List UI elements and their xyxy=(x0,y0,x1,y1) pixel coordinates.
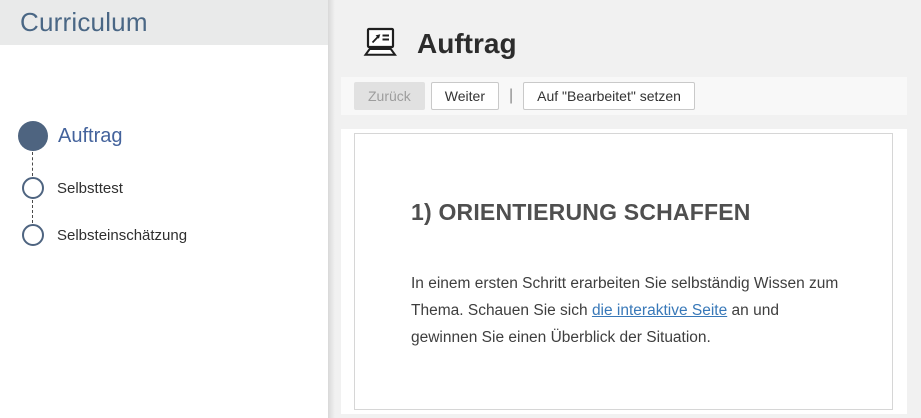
content-paragraph: In einem ersten Schritt erarbeiten Sie s… xyxy=(411,270,841,351)
toolbar-separator: | xyxy=(509,87,513,105)
toolbar: Zurück Weiter | Auf "Bearbeitet" setzen xyxy=(341,77,907,115)
step-label: Selbsttest xyxy=(57,180,123,197)
step-circle-icon xyxy=(22,224,44,246)
step-circle-icon xyxy=(22,177,44,199)
sidebar-step-auftrag[interactable]: Auftrag xyxy=(18,121,122,151)
step-circle-filled-icon xyxy=(18,121,48,151)
curriculum-sidebar: Curriculum Auftrag Selbsttest Selbsteins… xyxy=(0,0,328,418)
next-button[interactable]: Weiter xyxy=(431,82,499,110)
back-button[interactable]: Zurück xyxy=(354,82,425,110)
stepper-connector xyxy=(32,152,33,176)
sidebar-step-selbsteinschaetzung[interactable]: Selbsteinschätzung xyxy=(22,224,187,246)
main-panel: Auftrag Zurück Weiter | Auf "Bearbeitet"… xyxy=(328,0,921,418)
sidebar-step-selbsttest[interactable]: Selbsttest xyxy=(22,177,123,199)
step-label: Selbsteinschätzung xyxy=(57,227,187,244)
laptop-chart-icon xyxy=(361,26,399,60)
content-card: 1) ORIENTIERUNG SCHAFFEN In einem ersten… xyxy=(341,129,907,414)
mark-edited-button[interactable]: Auf "Bearbeitet" setzen xyxy=(523,82,695,110)
sidebar-header: Curriculum xyxy=(0,0,328,45)
interactive-page-link[interactable]: die interaktive Seite xyxy=(592,302,727,319)
curriculum-stepper: Auftrag Selbsttest Selbsteinschätzung xyxy=(0,45,328,418)
stepper-connector xyxy=(32,200,33,223)
page-header: Auftrag xyxy=(328,0,921,77)
sidebar-title: Curriculum xyxy=(20,7,148,38)
page-title: Auftrag xyxy=(417,27,517,61)
content-frame: 1) ORIENTIERUNG SCHAFFEN In einem ersten… xyxy=(354,133,893,410)
curriculum-app: Curriculum Auftrag Selbsttest Selbsteins… xyxy=(0,0,921,418)
content-heading: 1) ORIENTIERUNG SCHAFFEN xyxy=(411,198,837,226)
step-label: Auftrag xyxy=(58,125,122,148)
